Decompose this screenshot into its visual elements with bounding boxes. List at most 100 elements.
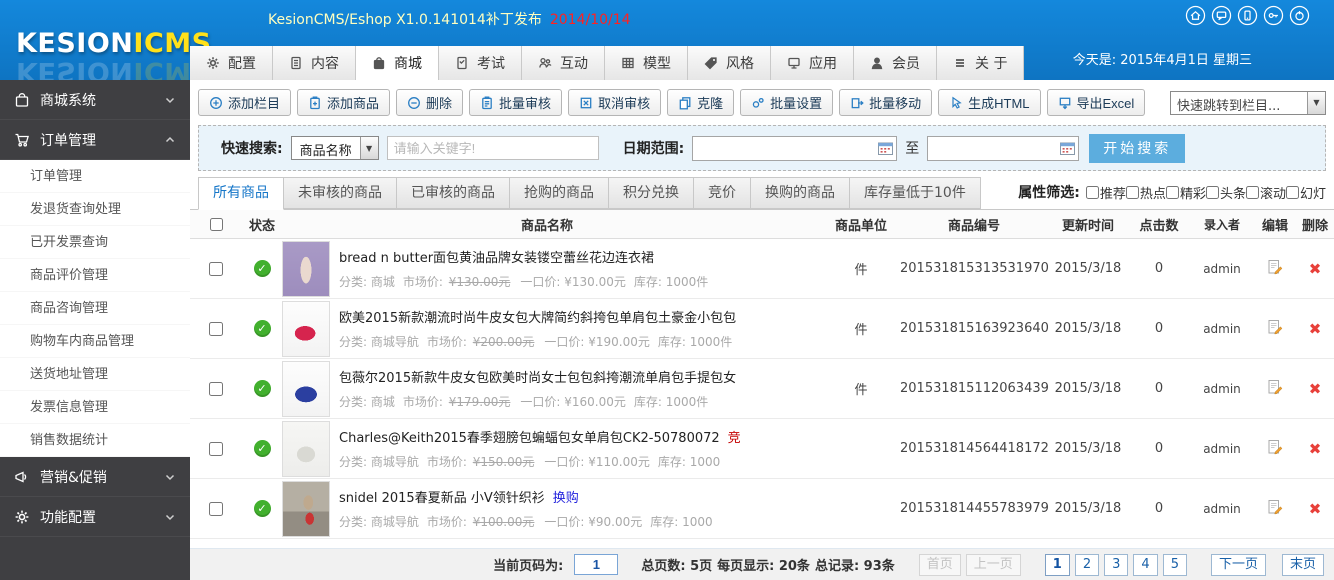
sidebar-item-cart-product-management[interactable]: 购物车内商品管理 — [0, 325, 190, 358]
page-button-4[interactable]: 4 — [1133, 554, 1157, 576]
calendar-icon[interactable] — [878, 142, 893, 155]
power-icon[interactable] — [1289, 5, 1310, 26]
generate-html-button[interactable]: 生成HTML — [938, 89, 1040, 116]
sidebar-section-marketing-promotion[interactable]: 营销&促销 — [0, 457, 190, 497]
sidebar-section-mall-system[interactable]: 商城系统 — [0, 80, 190, 120]
next-page-button[interactable]: 下一页 — [1211, 554, 1266, 576]
filter-tab-approved[interactable]: 已审核的商品 — [397, 177, 510, 209]
date-to-input[interactable] — [927, 136, 1079, 161]
product-name-link[interactable]: Charles@Keith2015春季翅膀包蝙蝠包女单肩包CK2-5078007… — [339, 431, 720, 446]
sidebar-item-sales-statistics[interactable]: 销售数据统计 — [0, 424, 190, 457]
page-button-3[interactable]: 3 — [1104, 554, 1128, 576]
row-checkbox[interactable] — [209, 382, 223, 396]
last-page-button[interactable]: 末页 — [1282, 554, 1324, 576]
add-product-button[interactable]: 添加商品 — [297, 89, 390, 116]
page-button-1[interactable]: 1 — [1045, 554, 1070, 576]
quick-jump-select[interactable]: 快速跳转到栏目... ▼ — [1170, 91, 1326, 115]
row-checkbox[interactable] — [209, 442, 223, 456]
clone-button[interactable]: 克隆 — [667, 89, 734, 116]
filter-tab-flash-sale[interactable]: 抢购的商品 — [510, 177, 609, 209]
delete-icon[interactable]: ✖ — [1309, 320, 1322, 338]
sidebar-item-invoice-info-management[interactable]: 发票信息管理 — [0, 391, 190, 424]
tab-members[interactable]: 会员 — [854, 46, 937, 80]
delete-icon[interactable]: ✖ — [1309, 500, 1322, 518]
current-page-input[interactable] — [574, 554, 618, 575]
row-checkbox[interactable] — [209, 322, 223, 336]
sidebar-section-order-management[interactable]: 订单管理 — [0, 120, 190, 160]
slide-checkbox[interactable] — [1286, 186, 1299, 199]
filter-tab-all-products[interactable]: 所有商品 — [198, 177, 284, 210]
sidebar-item-product-inquiry-management[interactable]: 商品咨询管理 — [0, 292, 190, 325]
search-field-select[interactable]: 商品名称 ▼ — [291, 136, 379, 160]
tab-mall[interactable]: 商城 — [356, 46, 439, 80]
filter-tab-bidding[interactable]: 竞价 — [694, 177, 751, 209]
batch-move-button[interactable]: 批量移动 — [839, 89, 932, 116]
product-name-link[interactable]: bread n butter面包黄油品牌女装镂空蕾丝花边连衣裙 — [339, 251, 654, 266]
edit-icon[interactable] — [1267, 319, 1283, 335]
edit-icon[interactable] — [1267, 499, 1283, 515]
product-code: 201531815313531970 — [900, 261, 1048, 276]
product-code: 201531815163923640 — [900, 321, 1048, 336]
product-thumbnail — [282, 421, 330, 477]
dropdown-arrow-icon[interactable]: ▼ — [1307, 92, 1325, 114]
tab-style[interactable]: 风格 — [688, 46, 771, 80]
sidebar-item-order-management[interactable]: 订单管理 — [0, 160, 190, 193]
sidebar-item-shipping-address-management[interactable]: 送货地址管理 — [0, 358, 190, 391]
recommend-checkbox[interactable] — [1086, 186, 1099, 199]
calendar-icon[interactable] — [1060, 142, 1075, 155]
sidebar-section-function-config[interactable]: 功能配置 — [0, 497, 190, 537]
batch-settings-button[interactable]: 批量设置 — [740, 89, 833, 116]
key-icon[interactable] — [1263, 5, 1284, 26]
date-from-input[interactable] — [692, 136, 897, 161]
sidebar-item-product-review-management[interactable]: 商品评价管理 — [0, 259, 190, 292]
header-shortcut-icons — [1185, 5, 1310, 26]
filter-tab-unapproved[interactable]: 未审核的商品 — [284, 177, 397, 209]
hot-checkbox[interactable] — [1126, 186, 1139, 199]
filter-tab-trade-in[interactable]: 换购的商品 — [751, 177, 850, 209]
filter-tab-low-stock[interactable]: 库存量低于10件 — [850, 177, 981, 209]
delete-icon[interactable]: ✖ — [1309, 440, 1322, 458]
edit-icon[interactable] — [1267, 259, 1283, 275]
start-search-button[interactable]: 开始搜索 — [1089, 134, 1185, 163]
product-name-link[interactable]: snidel 2015春夏新品 小V领针织衫 — [339, 491, 545, 506]
tab-config[interactable]: 配置 — [190, 46, 273, 80]
tab-model[interactable]: 模型 — [605, 46, 688, 80]
message-icon[interactable] — [1211, 5, 1232, 26]
tab-interact[interactable]: 互动 — [522, 46, 605, 80]
edit-icon[interactable] — [1267, 439, 1283, 455]
export-excel-button[interactable]: 导出Excel — [1047, 89, 1146, 116]
dropdown-arrow-icon[interactable]: ▼ — [360, 137, 378, 159]
delete-icon[interactable]: ✖ — [1309, 380, 1322, 398]
page-button-5[interactable]: 5 — [1163, 554, 1187, 576]
cancel-approve-button[interactable]: 取消审核 — [568, 89, 661, 116]
tab-about[interactable]: 关 于 — [937, 46, 1024, 80]
menu-list-icon — [953, 56, 967, 70]
tab-exam[interactable]: 考试 — [439, 46, 522, 80]
batch-approve-button[interactable]: 批量审核 — [469, 89, 562, 116]
product-name-link[interactable]: 欧美2015新款潮流时尚牛皮女包大牌简约斜挎包单肩包土豪金小包包 — [339, 311, 736, 326]
row-checkbox[interactable] — [209, 262, 223, 276]
sidebar-item-returns-query[interactable]: 发退货查询处理 — [0, 193, 190, 226]
product-name-link[interactable]: 包薇尔2015新款牛皮女包欧美时尚女士包包斜挎潮流单肩包手提包女 — [339, 371, 736, 386]
author: admin — [1190, 382, 1254, 396]
add-category-button[interactable]: 添加栏目 — [198, 89, 291, 116]
filter-tab-points-exchange[interactable]: 积分兑换 — [609, 177, 694, 209]
export-icon — [1058, 96, 1072, 110]
page-button-2[interactable]: 2 — [1075, 554, 1099, 576]
people-icon — [538, 56, 552, 70]
edit-icon[interactable] — [1267, 379, 1283, 395]
row-checkbox[interactable] — [209, 502, 223, 516]
select-all-checkbox[interactable] — [210, 218, 223, 231]
scroll-checkbox[interactable] — [1246, 186, 1259, 199]
sidebar-item-invoice-issued-query[interactable]: 已开发票查询 — [0, 226, 190, 259]
delete-icon[interactable]: ✖ — [1309, 260, 1322, 278]
tab-apps[interactable]: 应用 — [771, 46, 854, 80]
keyword-input[interactable] — [387, 136, 599, 160]
headline-checkbox[interactable] — [1206, 186, 1219, 199]
table-row: ✓ 欧美2015新款潮流时尚牛皮女包大牌简约斜挎包单肩包土豪金小包包 分类: 商… — [190, 299, 1334, 359]
featured-checkbox[interactable] — [1166, 186, 1179, 199]
tab-content[interactable]: 内容 — [273, 46, 356, 80]
delete-button[interactable]: 删除 — [396, 89, 463, 116]
home-icon[interactable] — [1185, 5, 1206, 26]
mobile-icon[interactable] — [1237, 5, 1258, 26]
